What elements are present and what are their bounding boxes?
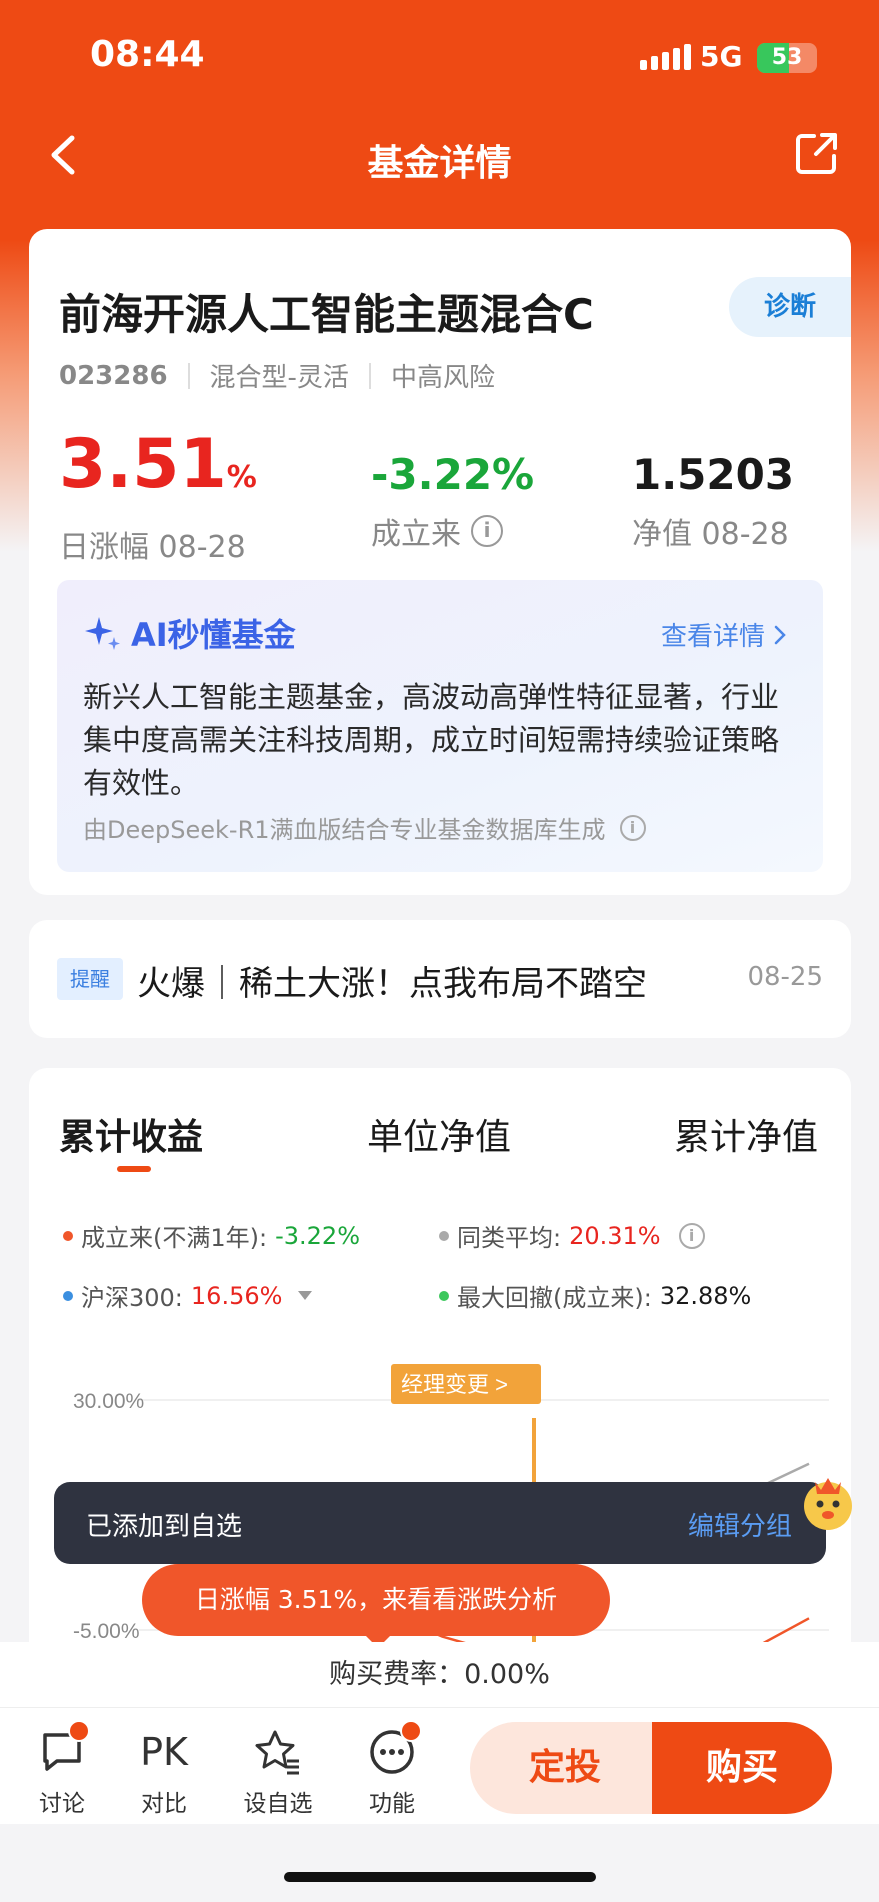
legend-dot — [63, 1230, 73, 1241]
fund-summary-card: 前海开源人工智能主题混合C 诊断 023286 混合型-灵活 中高风险 3.51… — [29, 229, 851, 895]
mascot-icon — [804, 1478, 852, 1530]
daily-change-value: 3.51 — [59, 425, 227, 504]
legend-max-drawdown: 最大回撤(成立来): 32.88% — [439, 1278, 751, 1313]
legend-peer-average: 同类平均: 20.31% i — [439, 1218, 705, 1253]
fund-name: 前海开源人工智能主题混合C — [59, 290, 594, 339]
legend-label: 成立来(不满1年): — [81, 1224, 268, 1252]
discuss-button[interactable]: 讨论 — [22, 1720, 102, 1818]
info-icon[interactable]: i — [619, 814, 646, 841]
page-title: 基金详情 — [367, 143, 512, 184]
legend-label: 沪深300: — [81, 1284, 183, 1312]
toast: 已添加到自选 编辑分组 — [54, 1482, 826, 1564]
auto-invest-button[interactable]: 定投 — [470, 1722, 660, 1814]
buy-button[interactable]: 购买 — [652, 1722, 832, 1814]
info-icon[interactable]: i — [471, 515, 503, 547]
diagnose-button[interactable]: 诊断 — [729, 277, 851, 337]
home-area — [0, 1824, 879, 1902]
since-inception-label: 成立来 — [371, 517, 461, 552]
notification-dot — [68, 1720, 90, 1742]
sparkle-icon — [85, 617, 120, 650]
info-icon[interactable]: i — [678, 1222, 705, 1249]
nav-bar: 基金详情 — [0, 120, 879, 190]
fund-meta: 023286 混合型-灵活 中高风险 — [59, 357, 495, 394]
daily-change-unit: % — [226, 460, 257, 495]
legend-value: -3.22% — [275, 1221, 360, 1250]
star-icon — [255, 1730, 299, 1775]
nav-label: 净值 08-28 — [632, 517, 789, 552]
fund-type: 混合型-灵活 — [209, 363, 349, 393]
pk-icon: PK — [140, 1730, 188, 1774]
reminder-card[interactable]: 提醒 火爆｜稀土大涨！点我布局不踏空 08-25 — [29, 920, 851, 1038]
divider — [368, 362, 371, 389]
legend-value: 16.56% — [190, 1281, 283, 1310]
compare-label: 对比 — [141, 1791, 187, 1817]
divider — [187, 362, 190, 389]
legend-dot — [439, 1230, 449, 1241]
edit-group-button[interactable]: 编辑分组 — [688, 1506, 792, 1543]
tab-cumulative-nav[interactable]: 累计净值 — [674, 1108, 818, 1160]
share-icon[interactable] — [794, 130, 840, 176]
home-indicator[interactable] — [284, 1872, 596, 1882]
ai-more-label: 查看详情 — [660, 622, 765, 652]
reminder-date: 08-25 — [747, 962, 823, 992]
ai-summary-text: 新兴人工智能主题基金，高波动高弹性特征显著，行业集中度高需关注科技周期，成立时间… — [83, 680, 780, 800]
chart-tabs: 累计收益 单位净值 累计净值 — [29, 1108, 851, 1168]
reminder-text: 火爆｜稀土大涨！点我布局不踏空 — [137, 964, 647, 1004]
fund-code: 023286 — [59, 360, 168, 391]
add-watchlist-button[interactable]: 设自选 — [238, 1724, 318, 1818]
function-label: 功能 — [369, 1791, 415, 1817]
since-inception-value: -3.22% — [371, 450, 535, 499]
nav-value: 1.5203 — [632, 450, 795, 499]
purchase-fee: 购买费率：0.00% — [0, 1642, 879, 1708]
battery-icon: 53 — [757, 43, 817, 73]
status-time: 08:44 — [90, 34, 205, 75]
active-tab-indicator — [117, 1166, 151, 1172]
discuss-label: 讨论 — [39, 1791, 85, 1817]
ai-more-link[interactable]: 查看详情 — [661, 616, 787, 653]
reminder-tag: 提醒 — [57, 958, 123, 1000]
legend-value: 32.88% — [659, 1281, 752, 1310]
legend-label: 最大回撤(成立来): — [457, 1284, 652, 1312]
daily-change-metric: 3.51% 日涨幅 08-28 — [59, 425, 257, 566]
notification-dot — [400, 1720, 422, 1742]
status-bar: 08:44 5G 53 — [0, 0, 879, 110]
legend-label: 同类平均: — [457, 1224, 562, 1252]
chevron-right-icon — [774, 625, 786, 644]
compare-button[interactable]: PK 对比 — [124, 1724, 204, 1818]
signal-icon — [640, 44, 691, 70]
rise-analysis-tip[interactable]: 日涨幅 3.51%，来看看涨跌分析 — [142, 1564, 610, 1648]
y-tick-label: 30.00% — [73, 1390, 144, 1413]
bottom-action-bar: 讨论 PK 对比 设自选 功能 定投 购买 — [0, 1708, 879, 1824]
dropdown-icon — [298, 1291, 313, 1300]
ai-title: AI秒懂基金 — [83, 610, 296, 656]
tab-unit-nav[interactable]: 单位净值 — [367, 1108, 511, 1160]
ai-summary-box[interactable]: AI秒懂基金 查看详情 新兴人工智能主题基金，高波动高弹性特征显著，行业集中度高… — [57, 580, 823, 872]
y-tick-label: -5.00% — [73, 1620, 140, 1643]
since-inception-metric: -3.22% 成立来 i — [371, 445, 534, 553]
legend-since-inception: 成立来(不满1年): -3.22% — [63, 1218, 360, 1253]
ai-title-text: AI秒懂基金 — [131, 616, 296, 654]
legend-hs300[interactable]: 沪深300: 16.56% — [63, 1278, 313, 1313]
toast-text: 已添加到自选 — [86, 1512, 243, 1542]
legend-dot — [439, 1290, 449, 1301]
nav-metric: 1.5203 净值 08-28 — [632, 445, 794, 553]
function-button[interactable]: 功能 — [352, 1720, 432, 1818]
ai-footer: 由DeepSeek-R1满血版结合专业基金数据库生成 i — [83, 810, 646, 845]
network-label: 5G — [700, 40, 743, 73]
daily-change-label: 日涨幅 08-28 — [59, 530, 246, 565]
watch-label: 设自选 — [243, 1791, 313, 1817]
legend-dot — [63, 1290, 73, 1301]
fund-risk: 中高风险 — [390, 363, 495, 393]
ai-footer-text: 由DeepSeek-R1满血版结合专业基金数据库生成 — [83, 816, 606, 844]
legend-value: 20.31% — [569, 1221, 661, 1250]
manager-change-label: 经理变更 > — [401, 1372, 508, 1397]
battery-level: 53 — [771, 45, 803, 70]
tab-cumulative-return[interactable]: 累计收益 — [59, 1108, 203, 1160]
